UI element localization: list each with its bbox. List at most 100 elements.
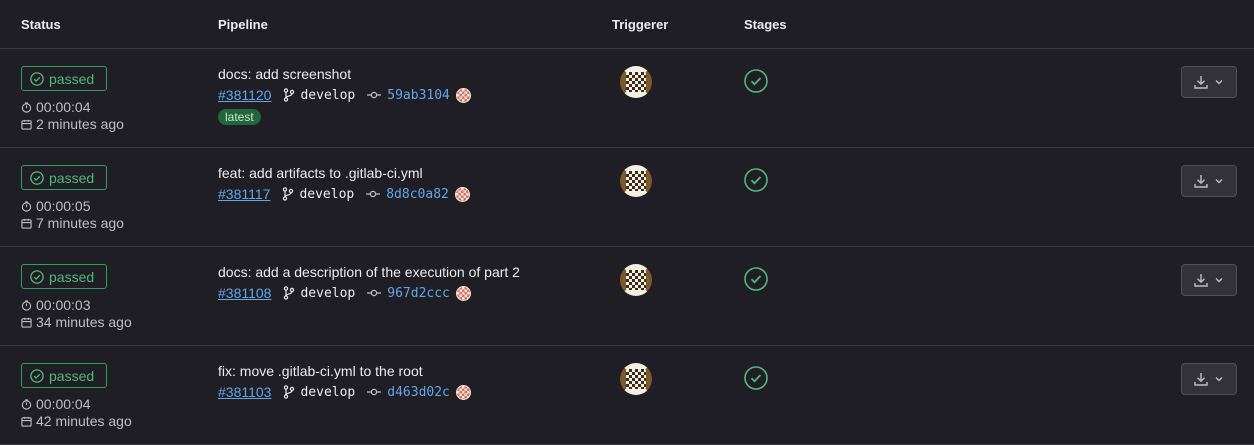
- download-icon: [1194, 274, 1208, 287]
- pipeline-id-link[interactable]: #381120: [218, 87, 271, 103]
- pipeline-id-link[interactable]: #381117: [218, 186, 270, 202]
- status-badge[interactable]: passed: [21, 165, 107, 190]
- duration-value: 00:00:05: [36, 198, 91, 214]
- branch-link[interactable]: develop: [283, 88, 355, 103]
- commit-link[interactable]: d463d02c: [367, 385, 450, 400]
- calendar-icon: [21, 416, 32, 427]
- pipeline-refs: #381117 develop 8d8c0a82: [218, 185, 470, 203]
- commit-icon: [367, 289, 382, 297]
- branch-link[interactable]: develop: [283, 286, 355, 301]
- branch-link[interactable]: develop: [282, 187, 354, 202]
- duration-value: 00:00:04: [36, 99, 91, 115]
- artifacts-download-button[interactable]: [1181, 66, 1237, 98]
- branch-name: develop: [299, 186, 355, 202]
- branch-icon: [284, 385, 295, 399]
- commit-sha: 8d8c0a82: [386, 186, 449, 202]
- check-circle-icon: [30, 368, 44, 383]
- branch-link[interactable]: develop: [283, 385, 355, 400]
- commit-link[interactable]: 59ab3104: [367, 88, 450, 103]
- chevron-down-icon: [1215, 377, 1223, 382]
- table-header: Status Pipeline Triggerer Stages: [0, 0, 1254, 49]
- triggerer-avatar[interactable]: [620, 363, 652, 395]
- duration: 00:00:04: [21, 99, 91, 115]
- check-circle-icon: [30, 71, 44, 86]
- branch-icon: [283, 187, 294, 201]
- duration-value: 00:00:04: [36, 396, 91, 412]
- pipeline-title[interactable]: docs: add screenshot: [218, 66, 351, 82]
- duration: 00:00:03: [21, 297, 91, 313]
- table-row: passed 00:00:05 7 minutes ago feat: add …: [0, 148, 1254, 247]
- chevron-down-icon: [1215, 80, 1223, 85]
- created-value: 7 minutes ago: [36, 215, 124, 231]
- commit-author-avatar[interactable]: [455, 87, 471, 103]
- triggerer-avatar[interactable]: [620, 66, 652, 98]
- triggerer-avatar[interactable]: [620, 165, 652, 197]
- timer-icon: [21, 398, 32, 410]
- timer-icon: [21, 101, 32, 113]
- timer-icon: [21, 200, 32, 212]
- table-row: passed 00:00:04 2 minutes ago docs: add …: [0, 49, 1254, 148]
- branch-name: develop: [300, 87, 356, 103]
- created-time: 42 minutes ago: [21, 413, 132, 429]
- branch-name: develop: [300, 384, 356, 400]
- created-time: 7 minutes ago: [21, 215, 124, 231]
- commit-icon: [367, 91, 382, 99]
- timer-icon: [21, 299, 32, 311]
- commit-icon: [367, 388, 382, 396]
- created-time: 34 minutes ago: [21, 314, 132, 330]
- duration: 00:00:04: [21, 396, 91, 412]
- pipeline-title[interactable]: feat: add artifacts to .gitlab-ci.yml: [218, 165, 423, 181]
- download-icon: [1194, 373, 1208, 386]
- status-label: passed: [49, 268, 95, 285]
- status-badge[interactable]: passed: [21, 264, 107, 289]
- pipeline-title[interactable]: docs: add a description of the execution…: [218, 264, 520, 280]
- commit-author-avatar[interactable]: [455, 384, 471, 400]
- chevron-down-icon: [1215, 179, 1223, 184]
- commit-link[interactable]: 967d2ccc: [367, 286, 450, 301]
- status-label: passed: [49, 70, 95, 87]
- branch-icon: [284, 88, 295, 102]
- stage-success-icon[interactable]: [744, 69, 768, 93]
- pipeline-id-link[interactable]: #381108: [218, 285, 271, 301]
- header-pipeline: Pipeline: [218, 17, 268, 32]
- stage-success-icon[interactable]: [744, 366, 768, 390]
- status-badge[interactable]: passed: [21, 66, 107, 91]
- artifacts-download-button[interactable]: [1181, 363, 1237, 395]
- commit-author-avatar[interactable]: [455, 285, 471, 301]
- duration-value: 00:00:03: [36, 297, 91, 313]
- pipeline-refs: #381103 develop d463d02c: [218, 383, 471, 401]
- check-circle-icon: [30, 170, 44, 185]
- header-status: Status: [21, 17, 61, 32]
- header-triggerer: Triggerer: [612, 17, 669, 32]
- table-row: passed 00:00:03 34 minutes ago docs: add…: [0, 247, 1254, 346]
- pipeline-refs: #381120 develop 59ab3104: [218, 86, 471, 104]
- created-value: 34 minutes ago: [36, 314, 132, 330]
- chevron-down-icon: [1215, 278, 1223, 283]
- artifacts-download-button[interactable]: [1181, 165, 1237, 197]
- artifacts-download-button[interactable]: [1181, 264, 1237, 296]
- latest-badge: latest: [218, 109, 261, 125]
- status-badge[interactable]: passed: [21, 363, 107, 388]
- commit-sha: 967d2ccc: [387, 285, 450, 301]
- triggerer-avatar[interactable]: [620, 264, 652, 296]
- commit-author-avatar[interactable]: [454, 186, 470, 202]
- pipeline-title[interactable]: fix: move .gitlab-ci.yml to the root: [218, 363, 423, 379]
- created-value: 2 minutes ago: [36, 116, 124, 132]
- branch-icon: [284, 286, 295, 300]
- table-row: passed 00:00:04 42 minutes ago fix: move…: [0, 346, 1254, 445]
- status-label: passed: [49, 169, 95, 186]
- pipeline-id-link[interactable]: #381103: [218, 384, 271, 400]
- stage-success-icon[interactable]: [744, 168, 768, 192]
- commit-icon: [366, 190, 381, 198]
- commit-link[interactable]: 8d8c0a82: [366, 187, 449, 202]
- created-time: 2 minutes ago: [21, 116, 124, 132]
- check-circle-icon: [30, 269, 44, 284]
- download-icon: [1194, 76, 1208, 89]
- branch-name: develop: [300, 285, 356, 301]
- stage-success-icon[interactable]: [744, 267, 768, 291]
- commit-sha: d463d02c: [387, 384, 450, 400]
- header-stages: Stages: [744, 17, 787, 32]
- calendar-icon: [21, 317, 32, 328]
- calendar-icon: [21, 218, 32, 229]
- status-label: passed: [49, 367, 95, 384]
